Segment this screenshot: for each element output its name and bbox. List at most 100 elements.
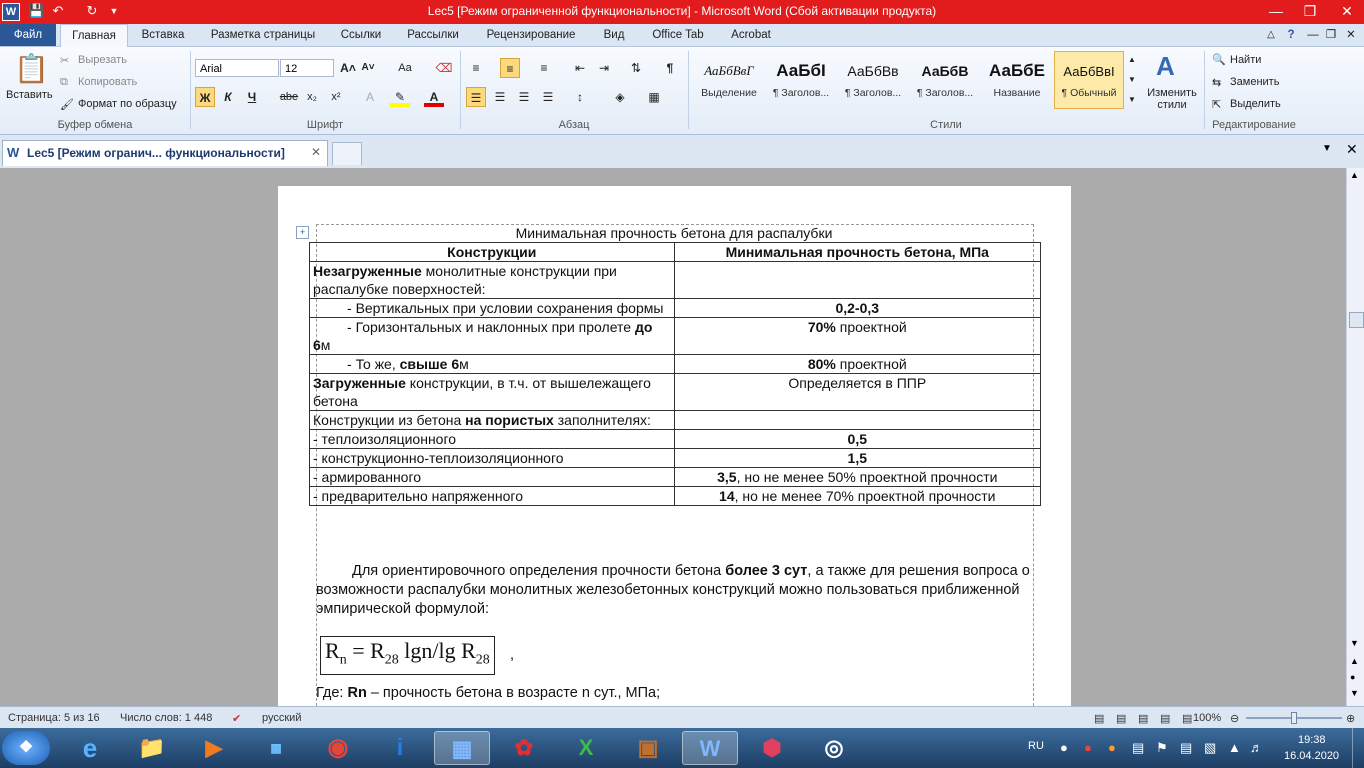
internet-explorer-icon[interactable]: e xyxy=(62,731,118,765)
word-count[interactable]: Число слов: 1 448 xyxy=(120,712,212,724)
bullets-icon[interactable]: ≡ xyxy=(466,58,486,78)
chrome-icon[interactable]: ◉ xyxy=(310,731,366,765)
style-normal[interactable]: АаБбВвІ ¶ Обычный xyxy=(1054,51,1124,109)
shrink-font-icon[interactable]: A˅ xyxy=(358,58,378,78)
tab-insert[interactable]: Вставка xyxy=(132,24,194,46)
tab-list-icon[interactable]: ▼ xyxy=(1322,143,1332,154)
zoom-in-icon[interactable]: ⊕ xyxy=(1346,712,1355,725)
tray-flag-icon[interactable]: ⚑ xyxy=(1156,740,1168,756)
clear-format-icon[interactable]: ⌫ xyxy=(434,58,454,78)
change-styles-button[interactable]: Изменить стили xyxy=(1142,87,1202,111)
show-marks-icon[interactable]: ¶ xyxy=(660,58,680,78)
clock-date[interactable]: 16.04.2020 xyxy=(1284,750,1339,762)
change-styles-icon[interactable]: A xyxy=(1156,51,1175,82)
shading-icon[interactable]: ◈ xyxy=(610,87,630,107)
winrar-icon[interactable]: ▣ xyxy=(620,731,676,765)
full-screen-icon[interactable]: ▤ xyxy=(1116,712,1126,725)
previous-page-icon[interactable]: ▲ xyxy=(1350,656,1359,666)
tab-review[interactable]: Рецензирование xyxy=(476,24,586,46)
style-heading-3[interactable]: АаБбВ ¶ Заголов... xyxy=(910,51,980,109)
info-app-icon[interactable]: i xyxy=(372,731,428,765)
close-document-icon[interactable]: ✕ xyxy=(1346,141,1358,158)
underline-button[interactable]: Ч xyxy=(242,87,262,107)
zoom-out-icon[interactable]: ⊖ xyxy=(1230,712,1239,725)
decrease-indent-icon[interactable]: ⇤ xyxy=(570,58,590,78)
tray-warning-icon[interactable]: ● xyxy=(1108,740,1116,755)
minimize-ribbon-icon[interactable]: △ xyxy=(1262,24,1280,46)
increase-indent-icon[interactable]: ⇥ xyxy=(594,58,614,78)
styles-scroll-up-icon[interactable]: ▲ xyxy=(1128,55,1136,64)
justify-icon[interactable]: ☰ xyxy=(538,87,558,107)
italic-button[interactable]: К xyxy=(218,87,238,107)
font-size-box[interactable]: 12 xyxy=(280,59,334,77)
page-count[interactable]: Страница: 5 из 16 xyxy=(8,712,100,724)
change-case-button[interactable]: Aa xyxy=(392,58,418,78)
font-name-box[interactable]: Arial xyxy=(195,59,279,77)
cut-button[interactable]: Вырезать xyxy=(78,54,127,66)
text-effects-icon[interactable]: A xyxy=(360,87,380,107)
multilevel-list-icon[interactable]: ≡ xyxy=(534,58,554,78)
table-move-handle-icon[interactable]: + xyxy=(296,226,309,239)
minimize-icon[interactable]: — xyxy=(1262,0,1290,22)
paste-button[interactable]: Вставить xyxy=(6,89,53,101)
tray-volume-icon[interactable]: ♬ xyxy=(1250,740,1263,755)
sort-icon[interactable]: ⇅ xyxy=(626,58,646,78)
styles-scroll-down-icon[interactable]: ▼ xyxy=(1128,75,1136,84)
language-label[interactable]: русский xyxy=(262,712,301,724)
scroll-up-icon[interactable]: ▲ xyxy=(1350,170,1359,180)
doc-close-icon[interactable]: ✕ xyxy=(1342,24,1360,46)
word-taskbar-icon[interactable]: W xyxy=(682,731,738,765)
bold-button[interactable]: Ж xyxy=(195,87,215,107)
align-center-icon[interactable]: ☰ xyxy=(490,87,510,107)
tray-signal-icon[interactable]: ▲ xyxy=(1228,740,1241,755)
scroll-thumb[interactable] xyxy=(1349,312,1364,328)
zoom-slider-thumb[interactable] xyxy=(1291,712,1297,724)
draft-icon[interactable]: ▤ xyxy=(1182,712,1192,725)
vertical-scrollbar[interactable]: ▲ ▼ ▲ ● ▼ xyxy=(1346,168,1364,706)
calculator-app-icon[interactable]: ▦ xyxy=(434,731,490,765)
spellcheck-icon[interactable]: ✔ xyxy=(232,712,241,725)
clock-time[interactable]: 19:38 xyxy=(1298,734,1326,746)
pink-app-icon[interactable]: ⬢ xyxy=(744,731,800,765)
strikethrough-button[interactable]: abe xyxy=(276,87,302,107)
styles-more-icon[interactable]: ▼ xyxy=(1128,95,1136,104)
media-player-icon[interactable]: ▶ xyxy=(186,731,242,765)
align-left-icon[interactable]: ☰ xyxy=(466,87,486,107)
zoom-slider[interactable] xyxy=(1246,712,1342,724)
tab-view[interactable]: Вид xyxy=(592,24,636,46)
copy-button[interactable]: Копировать xyxy=(78,76,137,88)
tray-alert-icon[interactable]: ● xyxy=(1084,740,1092,755)
excel-icon[interactable]: X xyxy=(558,731,614,765)
borders-icon[interactable]: ▦ xyxy=(644,87,664,107)
tab-office-tab[interactable]: Office Tab xyxy=(642,24,714,46)
remote-app-icon[interactable]: ▩ xyxy=(248,731,304,765)
style-heading-1[interactable]: АаБбІ ¶ Заголов... xyxy=(766,51,836,109)
tray-monitor-icon[interactable]: ▤ xyxy=(1180,740,1192,756)
new-tab-button[interactable] xyxy=(332,142,362,165)
tray-printer-icon[interactable]: ▧ xyxy=(1204,740,1216,756)
line-spacing-icon[interactable]: ↕ xyxy=(570,87,590,107)
replace-button[interactable]: Заменить xyxy=(1230,76,1279,88)
subscript-button[interactable]: x₂ xyxy=(302,87,322,107)
zoom-level[interactable]: 100% xyxy=(1193,712,1221,724)
find-button[interactable]: Найти xyxy=(1230,54,1261,66)
style-title[interactable]: АаБбЕ Название xyxy=(982,51,1052,109)
tab-mailings[interactable]: Рассылки xyxy=(396,24,470,46)
show-desktop-button[interactable] xyxy=(1352,728,1364,768)
obs-icon[interactable]: ◎ xyxy=(806,731,862,765)
tab-page-layout[interactable]: Разметка страницы xyxy=(200,24,326,46)
keyboard-language[interactable]: RU xyxy=(1028,740,1044,752)
style-emphasis[interactable]: АаБбВвГ Выделение xyxy=(694,51,764,109)
outline-icon[interactable]: ▤ xyxy=(1160,712,1170,725)
close-icon[interactable]: ✕ xyxy=(1330,0,1364,22)
tab-file[interactable]: Файл xyxy=(0,24,56,46)
scroll-down-icon[interactable]: ▼ xyxy=(1350,638,1359,648)
numbering-icon[interactable]: ≡ xyxy=(500,58,520,78)
close-tab-icon[interactable]: ✕ xyxy=(311,145,321,159)
paste-icon[interactable]: 📋 xyxy=(14,51,49,87)
acrobat-icon[interactable]: ✿ xyxy=(496,731,552,765)
browse-object-icon[interactable]: ● xyxy=(1350,672,1355,682)
web-layout-icon[interactable]: ▤ xyxy=(1138,712,1148,725)
superscript-button[interactable]: x² xyxy=(326,87,346,107)
file-explorer-icon[interactable]: 📁 xyxy=(124,731,180,765)
